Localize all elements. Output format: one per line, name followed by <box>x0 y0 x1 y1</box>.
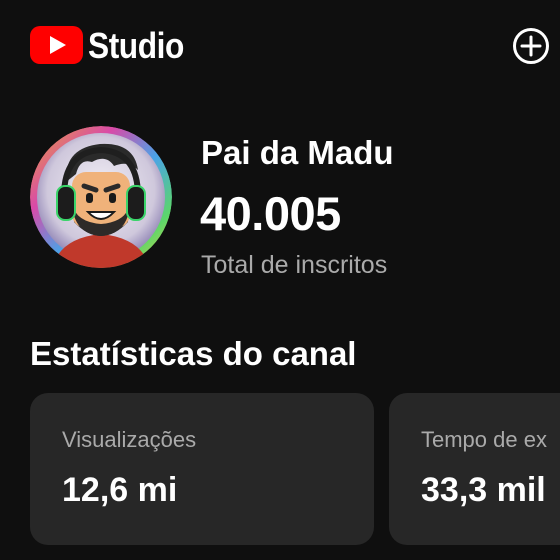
app-name: Studio <box>88 25 184 66</box>
top-app-bar: Studio <box>0 0 560 92</box>
avatar-illustration <box>30 126 172 268</box>
subscriber-count: 40.005 <box>200 187 341 240</box>
stats-section-title: Estatísticas do canal <box>30 335 357 372</box>
stat-card-label: Tempo de ex <box>421 427 547 452</box>
channel-avatar[interactable] <box>30 126 172 268</box>
studio-dashboard-screen: Studio Pai da Madu 40.005 Total de inscr… <box>0 0 560 560</box>
stat-card-label: Visualizações <box>62 427 197 452</box>
subscriber-label: Total de inscritos <box>201 251 388 279</box>
stat-card-value: 33,3 mil <box>421 471 546 509</box>
stat-card-watch-time[interactable]: Tempo de ex 33,3 mil <box>389 393 560 545</box>
plus-circle-icon[interactable] <box>512 27 550 65</box>
stat-card-value: 12,6 mi <box>62 471 178 509</box>
channel-name: Pai da Madu <box>201 134 394 171</box>
youtube-play-icon <box>30 26 83 64</box>
stat-card-views[interactable]: Visualizações 12,6 mi <box>30 393 374 545</box>
